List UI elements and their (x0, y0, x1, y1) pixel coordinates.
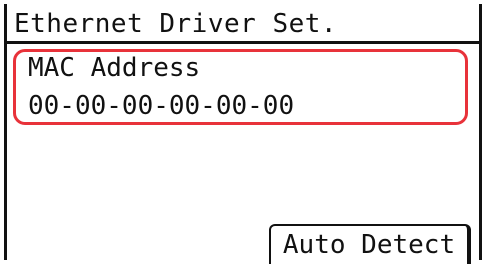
page-title: Ethernet Driver Set. (14, 9, 338, 39)
mac-address-value: 00-00-00-00-00-00 (28, 91, 295, 121)
mac-address-label: MAC Address (28, 53, 201, 83)
title-bar: Ethernet Driver Set. (6, 4, 480, 44)
auto-detect-button[interactable]: Auto Detect (269, 224, 471, 264)
lcd-screen: Ethernet Driver Set. MAC Address 00-00-0… (0, 0, 486, 264)
